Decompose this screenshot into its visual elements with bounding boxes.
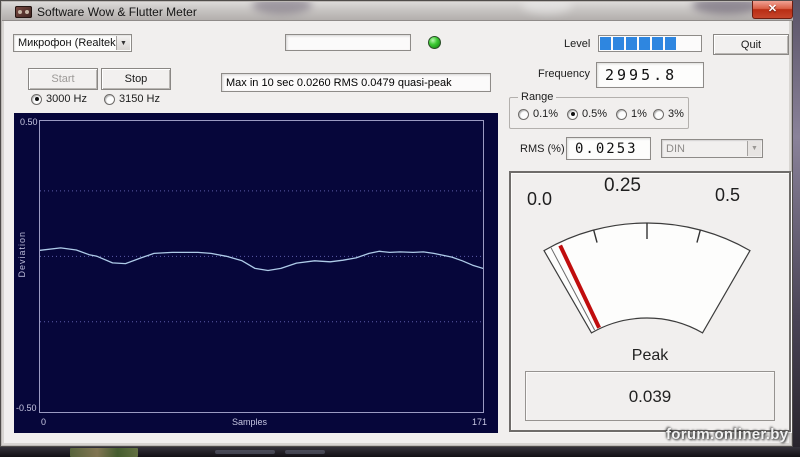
- deviation-chart: 0.50 -0.50 Deviation 0 Samples 171: [14, 113, 498, 433]
- level-segment: [600, 37, 611, 50]
- radio-dot-icon: [104, 93, 115, 105]
- x-axis-end-tick: 171: [472, 417, 488, 427]
- desktop-photo-thumbnail: [70, 448, 138, 457]
- chevron-down-icon: ▼: [747, 141, 761, 156]
- radio-3150hz-label: 3150 Hz: [119, 93, 160, 105]
- y-axis-top-label: 0.50: [20, 117, 38, 127]
- status-textbox[interactable]: [285, 34, 411, 51]
- input-device-value: Микрофон (Realtek High: [18, 37, 117, 49]
- chart-plot-area: [39, 120, 484, 413]
- level-segment: [691, 37, 702, 50]
- weighting-value: DIN: [666, 142, 685, 155]
- level-meter: [598, 35, 702, 52]
- radio-range-3[interactable]: 3%: [653, 108, 684, 120]
- radio-3000hz-label: 3000 Hz: [46, 93, 87, 105]
- radio-dot-icon: [653, 108, 664, 120]
- weighting-select[interactable]: DIN ▼: [661, 139, 763, 158]
- frequency-value: 2995.8: [596, 62, 704, 88]
- start-button[interactable]: Start: [28, 68, 98, 90]
- max-readout-textbox: Max in 10 sec 0.0260 RMS 0.0479 quasi-pe…: [221, 73, 491, 92]
- range-0p5-label: 0.5%: [582, 108, 608, 120]
- radio-dot-icon: [31, 93, 42, 105]
- range-group-label: Range: [518, 91, 557, 103]
- range-3-label: 3%: [668, 108, 684, 120]
- radio-3000hz[interactable]: 3000 Hz: [31, 93, 87, 105]
- level-segment: [613, 37, 624, 50]
- desktop-edge: [793, 0, 800, 457]
- close-button[interactable]: ✕: [752, 1, 793, 19]
- signal-led-icon: [428, 36, 441, 49]
- app-window: Software Wow & Flutter Meter ✕ Микрофон …: [0, 0, 793, 447]
- rms-label: RMS (%): [520, 143, 565, 155]
- radio-range-1[interactable]: 1%: [616, 108, 647, 120]
- quit-button[interactable]: Quit: [713, 34, 789, 55]
- peak-value-box: 0.039: [525, 371, 775, 421]
- app-icon: [15, 6, 32, 18]
- level-segment: [665, 37, 676, 50]
- level-segment: [639, 37, 650, 50]
- range-groupbox: Range 0.1% 0.5% 1% 3%: [509, 91, 689, 129]
- window-title: Software Wow & Flutter Meter: [37, 5, 197, 19]
- level-label: Level: [564, 38, 591, 50]
- level-segment: [678, 37, 689, 50]
- peak-label: Peak: [631, 347, 669, 364]
- radio-dot-icon: [616, 108, 627, 120]
- titlebar-glass-blob: [252, 2, 312, 14]
- range-1-label: 1%: [631, 108, 647, 120]
- stop-button[interactable]: Stop: [101, 68, 171, 90]
- trace-svg: [39, 190, 484, 323]
- x-axis-title: Samples: [232, 417, 268, 427]
- rms-value: 0.0253: [566, 137, 651, 160]
- radio-dot-icon: [567, 108, 578, 120]
- title-bar[interactable]: Software Wow & Flutter Meter: [2, 2, 793, 21]
- chevron-down-icon[interactable]: ▼: [116, 36, 130, 50]
- level-segment: [652, 37, 663, 50]
- x-axis-start-tick: 0: [41, 417, 47, 427]
- peak-meter-panel: 0.0 0.25 0.5 Peak 0.039: [509, 171, 791, 432]
- y-axis-title: Deviation: [17, 231, 27, 278]
- radio-range-0p1[interactable]: 0.1%: [518, 108, 558, 120]
- desktop-text-smudge: [285, 450, 325, 454]
- watermark: forum.onliner.by: [666, 426, 789, 443]
- input-device-select[interactable]: Микрофон (Realtek High ▼: [13, 34, 132, 52]
- radio-3150hz[interactable]: 3150 Hz: [104, 93, 160, 105]
- frequency-label: Frequency: [538, 68, 590, 80]
- level-segment: [626, 37, 637, 50]
- desktop-text-smudge: [215, 450, 275, 454]
- range-0p1-label: 0.1%: [533, 108, 559, 120]
- radio-dot-icon: [518, 108, 529, 120]
- radio-range-0p5[interactable]: 0.5%: [567, 108, 607, 120]
- y-axis-bottom-label: -0.50: [16, 403, 37, 413]
- titlebar-glass-blob: [522, 2, 572, 14]
